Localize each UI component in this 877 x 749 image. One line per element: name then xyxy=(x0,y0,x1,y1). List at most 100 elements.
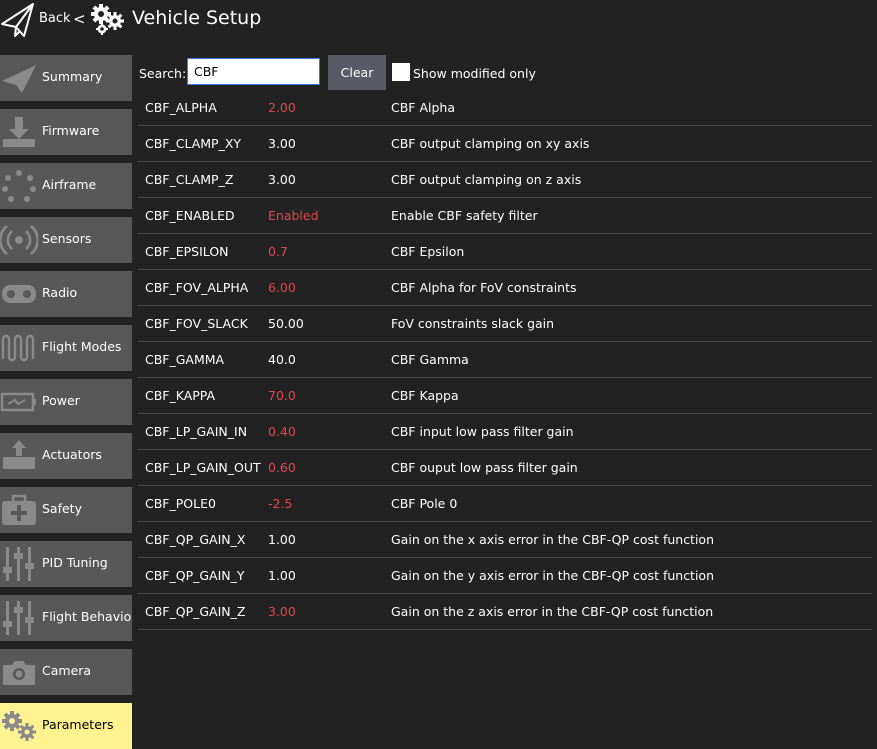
param-value[interactable]: 1.00 xyxy=(268,532,296,547)
breadcrumb-separator: < xyxy=(73,10,86,28)
param-description: CBF Alpha xyxy=(391,100,456,115)
param-description: Gain on the z axis error in the CBF-QP c… xyxy=(391,604,714,619)
param-name: CBF_LP_GAIN_IN xyxy=(145,424,248,439)
param-description: CBF output clamping on xy axis xyxy=(391,136,590,151)
param-description: FoV constraints slack gain xyxy=(391,316,555,331)
sidebar-item-airframe[interactable]: Airframe xyxy=(0,163,132,209)
param-description: Enable CBF safety filter xyxy=(391,208,538,223)
param-name: CBF_FOV_ALPHA xyxy=(145,280,249,295)
param-name: CBF_FOV_SLACK xyxy=(145,316,248,331)
param-value[interactable]: 70.0 xyxy=(268,388,296,403)
sidebar-item-actuators[interactable]: Actuators xyxy=(0,433,132,479)
sidebar-item-firmware[interactable]: Firmware xyxy=(0,109,132,155)
show-modified-label: Show modified only xyxy=(413,66,536,81)
sidebar-item-label: Flight Behavior xyxy=(42,609,137,624)
sidebar-item-flight-modes[interactable]: Flight Modes xyxy=(0,325,132,371)
airframe-icon xyxy=(2,170,36,202)
sidebar-item-radio[interactable]: Radio xyxy=(0,271,132,317)
param-value[interactable]: 0.40 xyxy=(268,424,296,439)
sidebar-item-label: Safety xyxy=(42,501,82,516)
param-value[interactable]: 3.00 xyxy=(268,136,296,151)
param-value[interactable]: 0.7 xyxy=(268,244,288,259)
table-row[interactable]: CBF_QP_GAIN_X 1.00 Gain on the x axis erro… xyxy=(138,522,872,558)
download-icon xyxy=(3,117,35,147)
table-row[interactable]: CBF_FOV_ALPHA 6.00 CBF Alpha for FoV const… xyxy=(138,270,872,306)
param-value[interactable]: 40.0 xyxy=(268,352,296,367)
parameters-panel: Search: Clear Show modified only CBF_ALP… xyxy=(132,55,877,749)
sidebar-item-camera[interactable]: Camera xyxy=(0,649,132,695)
sidebar-item-safety[interactable]: Safety xyxy=(0,487,132,533)
back-button[interactable]: Back xyxy=(39,11,71,26)
param-value[interactable]: 3.00 xyxy=(268,604,296,619)
sidebar-item-label: Firmware xyxy=(42,123,100,138)
sliders-icon xyxy=(3,547,34,581)
sidebar-item-label: Flight Modes xyxy=(42,339,122,354)
param-value[interactable]: 2.00 xyxy=(268,100,296,115)
param-description: Gain on the y axis error in the CBF-QP c… xyxy=(391,568,715,583)
param-value[interactable]: 0.60 xyxy=(268,460,296,475)
waveform-icon xyxy=(1,334,35,362)
sidebar-item-sensors[interactable]: Sensors xyxy=(0,217,132,263)
param-value[interactable]: Enabled xyxy=(268,208,319,223)
param-value[interactable]: -2.5 xyxy=(268,496,292,511)
sidebar-item-label: Radio xyxy=(42,285,78,300)
sidebar-item-label: Summary xyxy=(42,69,103,84)
param-description: CBF Kappa xyxy=(391,388,459,403)
table-row[interactable]: CBF_GAMMA 40.0 CBF Gamma xyxy=(138,342,872,378)
search-input[interactable] xyxy=(187,58,320,85)
param-description: CBF ouput low pass filter gain xyxy=(391,460,578,475)
camera-icon xyxy=(3,661,35,685)
table-row[interactable]: CBF_LP_GAIN_OUT 0.60 CBF ouput low pass fi… xyxy=(138,450,872,486)
gears-icon xyxy=(91,4,124,35)
param-value[interactable]: 6.00 xyxy=(268,280,296,295)
table-row[interactable]: CBF_LP_GAIN_IN 0.40 CBF input low pass fil… xyxy=(138,414,872,450)
clear-button[interactable]: Clear xyxy=(328,55,386,90)
param-name: CBF_QP_GAIN_X xyxy=(145,532,246,547)
table-row[interactable]: CBF_FOV_SLACK 50.00 FoV constraints slack … xyxy=(138,306,872,342)
battery-icon xyxy=(0,392,36,412)
param-value[interactable]: 3.00 xyxy=(268,172,296,187)
param-name: CBF_CLAMP_Z xyxy=(145,172,234,187)
table-row[interactable]: CBF_QP_GAIN_Y 1.00 Gain on the y axis erro… xyxy=(138,558,872,594)
param-name: CBF_ALPHA xyxy=(145,100,217,115)
table-row[interactable]: CBF_QP_GAIN_Z 3.00 Gain on the z axis erro… xyxy=(138,594,872,630)
paper-plane-icon xyxy=(2,65,36,93)
sidebar-item-summary[interactable]: Summary xyxy=(0,55,132,101)
table-row[interactable]: CBF_ENABLED Enabled Enable CBF safety filt… xyxy=(138,198,872,234)
param-name: CBF_KAPPA xyxy=(145,388,216,403)
param-name: CBF_LP_GAIN_OUT xyxy=(145,460,261,475)
first-aid-icon xyxy=(2,494,36,525)
show-modified-checkbox[interactable] xyxy=(392,63,410,81)
sidebar-item-pid-tuning[interactable]: PID Tuning xyxy=(0,541,132,587)
actuator-icon xyxy=(3,440,35,469)
param-description: CBF input low pass filter gain xyxy=(391,424,574,439)
gears-icon xyxy=(2,711,36,741)
param-name: CBF_QP_GAIN_Z xyxy=(145,604,246,619)
table-row[interactable]: CBF_EPSILON 0.7 CBF Epsilon xyxy=(138,234,872,270)
parameter-table: CBF_ALPHA 2.00 CBF Alpha CBF_CLAMP_XY 3.00 CB… xyxy=(138,90,872,630)
table-row[interactable]: CBF_POLE0 -2.5 CBF Pole 0 xyxy=(138,486,872,522)
param-name: CBF_GAMMA xyxy=(145,352,225,367)
sidebar-item-parameters[interactable]: Parameters xyxy=(0,703,132,749)
table-row[interactable]: CBF_ALPHA 2.00 CBF Alpha xyxy=(138,90,872,126)
sidebar-item-label: PID Tuning xyxy=(42,555,108,570)
param-value[interactable]: 50.00 xyxy=(268,316,304,331)
sidebar-item-label: Power xyxy=(42,393,80,408)
table-row[interactable]: CBF_CLAMP_Z 3.00 CBF output clamping on z … xyxy=(138,162,872,198)
table-row[interactable]: CBF_CLAMP_XY 3.00 CBF output clamping on x… xyxy=(138,126,872,162)
search-label: Search: xyxy=(139,66,187,81)
sliders-icon xyxy=(3,601,34,635)
param-name: CBF_ENABLED xyxy=(145,208,235,223)
sidebar-item-power[interactable]: Power xyxy=(0,379,132,425)
paper-plane-icon[interactable] xyxy=(0,0,36,40)
page-title: Vehicle Setup xyxy=(132,7,262,29)
sidebar-item-label: Parameters xyxy=(42,717,114,732)
sidebar-item-flight-behavior[interactable]: Flight Behavior xyxy=(0,595,136,641)
param-description: CBF Alpha for FoV constraints xyxy=(391,280,577,295)
param-name: CBF_CLAMP_XY xyxy=(145,136,242,151)
param-description: CBF Gamma xyxy=(391,352,469,367)
table-row[interactable]: CBF_KAPPA 70.0 CBF Kappa xyxy=(138,378,872,414)
param-value[interactable]: 1.00 xyxy=(268,568,296,583)
sidebar-item-label: Camera xyxy=(42,663,92,678)
radio-waves-icon xyxy=(0,225,38,255)
